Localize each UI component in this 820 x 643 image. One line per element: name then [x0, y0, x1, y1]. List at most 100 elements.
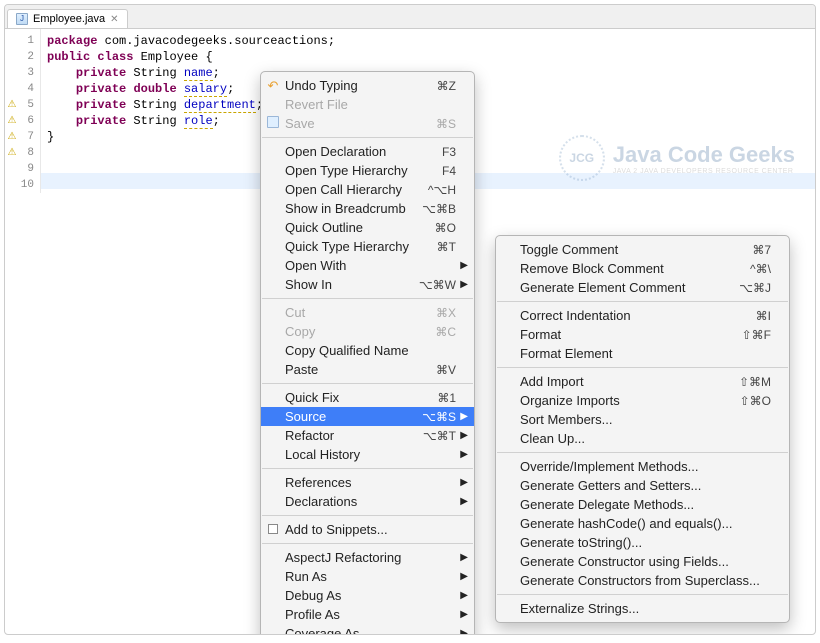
menu-separator [497, 594, 788, 595]
menu-item-label: Run As [285, 569, 456, 584]
menu-item-toggle-comment[interactable]: Toggle Comment ⌘7 [496, 240, 789, 259]
menu-item-externalize-strings[interactable]: Externalize Strings... [496, 599, 789, 618]
menu-shortcut: ⌘7 [752, 243, 771, 257]
line-number: 1 [5, 33, 40, 49]
menu-item-label: Show in Breadcrumb [285, 201, 414, 216]
menu-item-cut: Cut⌘X [261, 303, 474, 322]
watermark-subtitle: JAVA 2 JAVA DEVELOPERS RESOURCE CENTER [613, 168, 795, 175]
menu-item-label: Declarations [285, 494, 456, 509]
menu-item-sort-members[interactable]: Sort Members... [496, 410, 789, 429]
menu-item-aspectj-refactoring[interactable]: AspectJ Refactoring▶ [261, 548, 474, 567]
menu-shortcut: ^⌘\ [750, 262, 771, 276]
menu-item-open-with[interactable]: Open With▶ [261, 256, 474, 275]
submenu-arrow-icon: ▶ [460, 628, 468, 635]
menu-item-generate-tostring[interactable]: Generate toString()... [496, 533, 789, 552]
source-submenu[interactable]: Toggle Comment ⌘7 Remove Block Comment ^⌘\ G… [495, 235, 790, 623]
menu-shortcut: ⌘1 [437, 391, 456, 405]
tab-bar: J Employee.java ✕ [5, 5, 815, 29]
menu-item-generate-constructor-using-fields[interactable]: Generate Constructor using Fields... [496, 552, 789, 571]
save-icon [265, 116, 281, 131]
menu-item-label: Sort Members... [520, 412, 771, 427]
submenu-arrow-icon: ▶ [460, 590, 468, 601]
menu-item-correct-indentation[interactable]: Correct Indentation⌘I [496, 306, 789, 325]
menu-item-clean-up[interactable]: Clean Up... [496, 429, 789, 448]
menu-item-label: Quick Type Hierarchy [285, 239, 429, 254]
menu-separator [262, 543, 473, 544]
menu-item-source[interactable]: Source⌥⌘S▶ [261, 407, 474, 426]
menu-item-add-to-snippets[interactable]: Add to Snippets... [261, 520, 474, 539]
menu-item-label: Open Declaration [285, 144, 434, 159]
menu-item-quick-fix[interactable]: Quick Fix⌘1 [261, 388, 474, 407]
menu-item-open-type-hierarchy[interactable]: Open Type HierarchyF4 [261, 161, 474, 180]
file-tab[interactable]: J Employee.java ✕ [7, 9, 128, 28]
menu-item-generate-constructors-from-superclass[interactable]: Generate Constructors from Superclass... [496, 571, 789, 590]
menu-shortcut: ⌥⌘W [419, 278, 456, 292]
java-file-icon: J [16, 13, 28, 25]
submenu-arrow-icon: ▶ [460, 279, 468, 290]
menu-separator [262, 468, 473, 469]
warning-marker[interactable]: ⚠ [6, 115, 18, 127]
menu-item-paste[interactable]: Paste⌘V [261, 360, 474, 379]
menu-item-generate-delegate-methods[interactable]: Generate Delegate Methods... [496, 495, 789, 514]
warning-marker[interactable]: ⚠ [6, 131, 18, 143]
menu-item-label: Format [520, 327, 734, 342]
menu-item-label: Correct Indentation [520, 308, 748, 323]
menu-item-quick-outline[interactable]: Quick Outline⌘O [261, 218, 474, 237]
menu-item-copy-qualified-name[interactable]: Copy Qualified Name [261, 341, 474, 360]
menu-item-label: Show In [285, 277, 411, 292]
menu-item-undo-typing[interactable]: ↶Undo Typing⌘Z [261, 76, 474, 95]
submenu-arrow-icon: ▶ [460, 571, 468, 582]
menu-item-remove-block-comment[interactable]: Remove Block Comment ^⌘\ [496, 259, 789, 278]
menu-item-format-element[interactable]: Format Element [496, 344, 789, 363]
menu-shortcut: ⇧⌘O [740, 394, 771, 408]
menu-shortcut: ⌘X [436, 306, 456, 320]
menu-item-label: Toggle Comment [520, 242, 744, 257]
line-number: 2 [5, 49, 40, 65]
menu-item-show-in-breadcrumb[interactable]: Show in Breadcrumb⌥⌘B [261, 199, 474, 218]
menu-item-show-in[interactable]: Show In ⌥⌘W ▶ [261, 275, 474, 294]
warning-marker[interactable]: ⚠ [6, 99, 18, 111]
menu-item-label: Add Import [520, 374, 731, 389]
menu-shortcut: ^⌥H [428, 183, 456, 197]
menu-item-quick-type-hierarchy[interactable]: Quick Type Hierarchy⌘T [261, 237, 474, 256]
line-number: 10 [5, 177, 40, 193]
menu-item-generate-getters-and-setters[interactable]: Generate Getters and Setters... [496, 476, 789, 495]
menu-shortcut: ⌘O [435, 221, 456, 235]
menu-item-declarations[interactable]: Declarations▶ [261, 492, 474, 511]
menu-item-generate-element-comment[interactable]: Generate Element Comment⌥⌘J [496, 278, 789, 297]
menu-item-label: Externalize Strings... [520, 601, 771, 616]
close-tab-icon[interactable]: ✕ [110, 14, 118, 25]
menu-item-open-declaration[interactable]: Open DeclarationF3 [261, 142, 474, 161]
menu-item-local-history[interactable]: Local History▶ [261, 445, 474, 464]
menu-separator [262, 515, 473, 516]
menu-separator [497, 367, 788, 368]
submenu-arrow-icon: ▶ [460, 609, 468, 620]
menu-shortcut: ⌥⌘J [739, 281, 771, 295]
menu-item-override-implement-methods[interactable]: Override/Implement Methods... [496, 457, 789, 476]
menu-item-run-as[interactable]: Run As ▶ [261, 567, 474, 586]
menu-item-profile-as[interactable]: Profile As▶ [261, 605, 474, 624]
menu-item-refactor[interactable]: Refactor⌥⌘T▶ [261, 426, 474, 445]
menu-item-organize-imports[interactable]: Organize Imports⇧⌘O [496, 391, 789, 410]
menu-item-debug-as[interactable]: Debug As▶ [261, 586, 474, 605]
menu-shortcut: ⇧⌘M [739, 375, 771, 389]
menu-item-add-import[interactable]: Add Import ⇧⌘M [496, 372, 789, 391]
menu-shortcut: F4 [442, 164, 456, 178]
menu-item-format[interactable]: Format⇧⌘F [496, 325, 789, 344]
menu-item-generate-hashcode-and-equals[interactable]: Generate hashCode() and equals()... [496, 514, 789, 533]
menu-item-label: Copy Qualified Name [285, 343, 456, 358]
menu-item-label: Revert File [285, 97, 456, 112]
menu-item-label: Remove Block Comment [520, 261, 742, 276]
menu-item-references[interactable]: References▶ [261, 473, 474, 492]
menu-item-open-call-hierarchy[interactable]: Open Call Hierarchy ^⌥H [261, 180, 474, 199]
menu-item-label: Local History [285, 447, 456, 462]
menu-item-label: Generate Delegate Methods... [520, 497, 771, 512]
context-menu[interactable]: ↶Undo Typing⌘ZRevert FileSave⌘SOpen Decl… [260, 71, 475, 635]
menu-item-label: Open With [285, 258, 456, 273]
menu-item-coverage-as[interactable]: Coverage As▶ [261, 624, 474, 635]
menu-item-label: Clean Up... [520, 431, 771, 446]
menu-item-label: Open Call Hierarchy [285, 182, 420, 197]
menu-shortcut: ⌥⌘T [423, 429, 456, 443]
menu-item-label: Undo Typing [285, 78, 429, 93]
warning-marker[interactable]: ⚠ [6, 147, 18, 159]
